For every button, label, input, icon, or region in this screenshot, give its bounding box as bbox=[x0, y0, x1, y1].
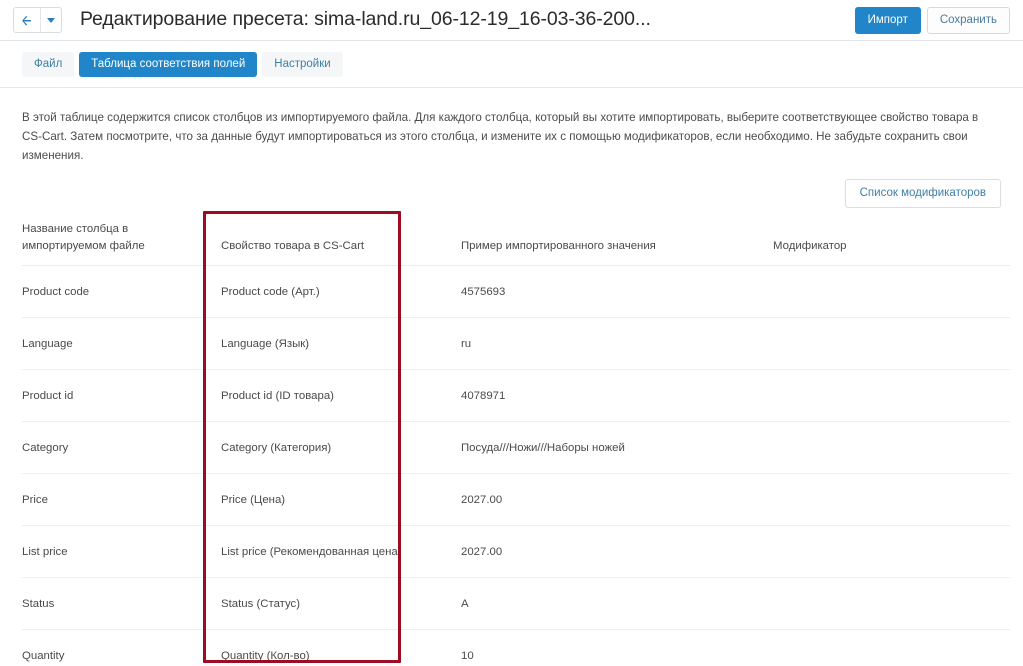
cell-source-column: Product code bbox=[22, 265, 210, 318]
cell-cscart-property-text: List price (Рекомендованная цена) bbox=[221, 546, 402, 558]
cell-sample-value: 10 bbox=[450, 629, 762, 666]
cell-sample-value-text: 2027.00 bbox=[461, 546, 503, 558]
table-row: Status Status (Статус) A bbox=[22, 577, 1010, 630]
table-row: Language Language (Язык) ru bbox=[22, 317, 1010, 370]
table-row: Category Category (Категория) Посуда///Н… bbox=[22, 421, 1010, 474]
table-row: Quantity Quantity (Кол-во) 10 bbox=[22, 629, 1010, 666]
table-row: Product id Product id (ID товара) 407897… bbox=[22, 369, 1010, 422]
tab-bar: Файл Таблица соответствия полей Настройк… bbox=[0, 41, 1023, 88]
cell-modifier[interactable] bbox=[762, 473, 1010, 526]
cell-source-column: Price bbox=[22, 473, 210, 526]
main-content: В этой таблице содержится список столбцо… bbox=[0, 88, 1023, 666]
field-mapping-table: Название столбца в импортируемом файле С… bbox=[22, 221, 1010, 666]
cell-cscart-property[interactable]: Product code (Арт.) bbox=[210, 265, 450, 318]
cell-cscart-property-text: Category (Категория) bbox=[221, 442, 332, 454]
cell-sample-value: 2027.00 bbox=[450, 473, 762, 526]
cell-sample-value: 2027.00 bbox=[450, 525, 762, 578]
back-button[interactable] bbox=[14, 8, 41, 32]
cell-modifier[interactable] bbox=[762, 265, 1010, 318]
cell-sample-value: 4078971 bbox=[450, 369, 762, 422]
table-header-row: Название столбца в импортируемом файле С… bbox=[22, 221, 1010, 266]
cell-modifier[interactable] bbox=[762, 629, 1010, 666]
cell-source-column: Language bbox=[22, 317, 210, 370]
table-header: Название столбца в импортируемом файле С… bbox=[22, 221, 1010, 266]
cell-cscart-property-text: Price (Цена) bbox=[221, 494, 286, 506]
navigation-button-group[interactable] bbox=[13, 7, 62, 33]
column-header-cscart-property-label: Свойство товара в CS-Cart bbox=[221, 240, 365, 252]
cell-sample-value: 4575693 bbox=[450, 265, 762, 318]
cell-source-column: Quantity bbox=[22, 629, 210, 666]
cell-cscart-property-text: Product id (ID товара) bbox=[221, 390, 334, 402]
cell-cscart-property[interactable]: Language (Язык) bbox=[210, 317, 450, 370]
cell-source-column-text: Status bbox=[22, 598, 55, 610]
cell-cscart-property-text: Language (Язык) bbox=[221, 338, 310, 350]
cell-cscart-property-text: Quantity (Кол-во) bbox=[221, 650, 310, 662]
column-header-modifier: Модификатор bbox=[762, 221, 1010, 266]
cell-source-column: Product id bbox=[22, 369, 210, 422]
page-title: Редактирование пресета: sima-land.ru_06-… bbox=[80, 8, 651, 31]
cell-sample-value-text: 2027.00 bbox=[461, 494, 503, 506]
table-body: Product code Product code (Арт.) 4575693… bbox=[22, 265, 1010, 666]
cell-cscart-property-text: Status (Статус) bbox=[221, 598, 301, 610]
cell-cscart-property-text: Product code (Арт.) bbox=[221, 286, 320, 298]
cell-sample-value-text: 10 bbox=[461, 650, 474, 662]
cell-sample-value: ru bbox=[450, 317, 762, 370]
cell-cscart-property[interactable]: Category (Категория) bbox=[210, 421, 450, 474]
cell-cscart-property[interactable]: List price (Рекомендованная цена) bbox=[210, 525, 450, 578]
cell-source-column: Category bbox=[22, 421, 210, 474]
table-row: Price Price (Цена) 2027.00 bbox=[22, 473, 1010, 526]
cell-source-column: List price bbox=[22, 525, 210, 578]
cell-source-column-text: List price bbox=[22, 546, 68, 558]
navigation-dropdown-button[interactable] bbox=[41, 8, 61, 32]
cell-sample-value-text: Посуда///Ножи///Наборы ножей bbox=[461, 442, 625, 454]
modifiers-list-button[interactable]: Список модификаторов bbox=[844, 179, 1001, 208]
cell-source-column-text: Category bbox=[22, 442, 69, 454]
tab-field-mapping[interactable]: Таблица соответствия полей bbox=[79, 51, 258, 77]
cell-sample-value-text: 4575693 bbox=[461, 286, 506, 298]
cell-sample-value-text: A bbox=[461, 598, 469, 610]
cell-cscart-property[interactable]: Status (Статус) bbox=[210, 577, 450, 630]
tab-file[interactable]: Файл bbox=[22, 51, 75, 77]
cell-source-column-text: Product code bbox=[22, 286, 90, 298]
cell-source-column-text: Product id bbox=[22, 390, 74, 402]
cell-source-column-text: Price bbox=[22, 494, 48, 506]
column-header-sample-value: Пример импортированного значения bbox=[450, 221, 762, 266]
cell-modifier[interactable] bbox=[762, 317, 1010, 370]
import-button[interactable]: Импорт bbox=[854, 7, 921, 34]
column-header-sample-value-label: Пример импортированного значения bbox=[461, 240, 656, 252]
caret-down-icon bbox=[47, 17, 55, 23]
cell-modifier[interactable] bbox=[762, 577, 1010, 630]
cell-modifier[interactable] bbox=[762, 525, 1010, 578]
column-header-modifier-label: Модификатор bbox=[773, 240, 847, 252]
cell-source-column-text: Quantity bbox=[22, 650, 65, 662]
cell-source-column-text: Language bbox=[22, 338, 73, 350]
table-row: List price List price (Рекомендованная ц… bbox=[22, 525, 1010, 578]
topbar-actions: Импорт Сохранить bbox=[854, 7, 1010, 34]
intro-description: В этой таблице содержится список столбцо… bbox=[22, 111, 979, 162]
cell-sample-value: A bbox=[450, 577, 762, 630]
column-header-source-column: Название столбца в импортируемом файле bbox=[22, 221, 210, 266]
cell-cscart-property[interactable]: Quantity (Кол-во) bbox=[210, 629, 450, 666]
field-mapping-table-wrapper: Название столбца в импортируемом файле С… bbox=[22, 221, 1010, 666]
cell-sample-value: Посуда///Ножи///Наборы ножей bbox=[450, 421, 762, 474]
top-bar: Редактирование пресета: sima-land.ru_06-… bbox=[0, 0, 1023, 41]
cell-cscart-property[interactable]: Product id (ID товара) bbox=[210, 369, 450, 422]
tab-settings[interactable]: Настройки bbox=[262, 51, 343, 77]
cell-modifier[interactable] bbox=[762, 421, 1010, 474]
cell-sample-value-text: ru bbox=[461, 338, 472, 350]
cell-sample-value-text: 4078971 bbox=[461, 390, 506, 402]
cell-cscart-property[interactable]: Price (Цена) bbox=[210, 473, 450, 526]
cell-modifier[interactable] bbox=[762, 369, 1010, 422]
save-button[interactable]: Сохранить bbox=[926, 7, 1010, 34]
arrow-left-icon bbox=[21, 15, 31, 25]
cell-source-column: Status bbox=[22, 577, 210, 630]
table-row: Product code Product code (Арт.) 4575693 bbox=[22, 265, 1010, 318]
column-header-cscart-property: Свойство товара в CS-Cart bbox=[210, 221, 450, 266]
modifiers-row: Список модификаторов bbox=[22, 179, 1001, 208]
column-header-source-column-label: Название столбца в импортируемом файле bbox=[22, 223, 145, 252]
